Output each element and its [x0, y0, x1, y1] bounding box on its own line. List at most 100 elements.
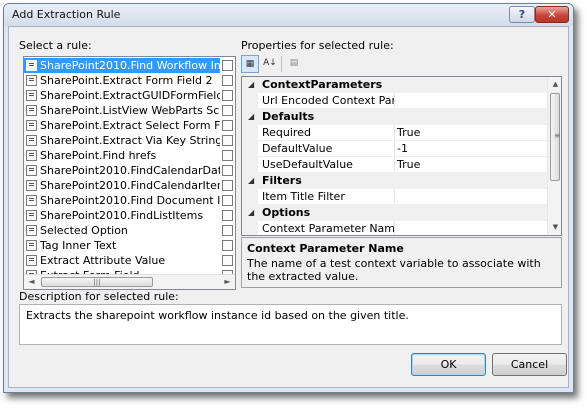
grip-icon: ≡	[554, 131, 561, 140]
expander-icon[interactable]: ◢	[248, 77, 254, 93]
rule-list-item[interactable]: SharePoint.Extract Via Key String	[24, 133, 220, 148]
rule-label: Extract Attribute Value	[40, 254, 166, 267]
property-row[interactable]: UseDefaultValue True	[242, 157, 547, 173]
property-category[interactable]: ◢ Defaults	[242, 109, 547, 125]
rule-list-item[interactable]: SharePoint.Extract Form Field 2	[24, 73, 220, 88]
property-category[interactable]: ◢ ContextParameters	[242, 77, 547, 93]
property-category[interactable]: ◢ Options	[242, 205, 547, 221]
scroll-up-arrow-icon[interactable]: ▲	[548, 77, 561, 92]
rule-icon	[26, 105, 37, 116]
row-gutter	[242, 221, 258, 235]
rule-icon	[222, 135, 233, 146]
rule-icon	[222, 150, 233, 161]
property-grid[interactable]: ◢ ContextParameters Url Encoded Context Pa…	[241, 76, 562, 236]
rule-icon	[222, 120, 233, 131]
rule-icon	[26, 75, 37, 86]
expander-icon[interactable]: ◢	[248, 109, 254, 125]
alphabetical-sort-icon[interactable]: A↓	[261, 55, 279, 73]
rule-label: SharePoint.ListView WebParts Script Valu…	[40, 104, 220, 117]
property-row[interactable]: DefaultValue -1	[242, 141, 547, 157]
property-grid-vscrollbar[interactable]: ▲ ≡ ▼	[547, 77, 561, 235]
rule-icon	[222, 195, 233, 206]
rule-list-item[interactable]: SharePoint.Find hrefs	[24, 148, 220, 163]
ok-button[interactable]: OK	[411, 353, 486, 376]
scroll-right-arrow-icon[interactable]: ►	[220, 275, 235, 289]
rule-list-item[interactable]: Extract Attribute Value	[24, 253, 220, 268]
property-value[interactable]: True	[397, 125, 420, 141]
properties-label: Properties for selected rule:	[241, 39, 394, 52]
categorized-view-icon[interactable]: ▦	[241, 55, 259, 73]
property-value[interactable]: True	[397, 157, 420, 173]
row-gutter	[242, 189, 258, 205]
rule-icon	[222, 90, 233, 101]
rule-label: SharePoint2010.FindCalendarDates	[40, 164, 220, 177]
rule-list-item[interactable]: SharePoint2010.FindCalendarDates	[24, 163, 220, 178]
close-button[interactable]: ✕	[535, 6, 569, 23]
rule-icon	[26, 165, 37, 176]
rule-list-item[interactable]: SharePoint2010.FindCalendarItems	[24, 178, 220, 193]
rule-list[interactable]: SharePoint2010.Find Workflow InstanceId S…	[23, 56, 236, 290]
property-pages-icon[interactable]: ▤	[285, 55, 303, 73]
property-row[interactable]: Context Parameter Name	[242, 221, 547, 235]
rule-icon	[26, 180, 37, 191]
rule-list-hscrollbar[interactable]: ◄ ||| ►	[24, 274, 235, 289]
help-title: Context Parameter Name	[247, 242, 404, 255]
scroll-down-arrow-icon[interactable]: ▼	[548, 220, 561, 235]
toolbar-separator	[281, 56, 282, 72]
property-name: DefaultValue	[262, 142, 333, 155]
property-name: Context Parameter Name	[262, 222, 394, 235]
help-button[interactable]: ?	[509, 6, 535, 23]
rule-label: SharePoint2010.FindCalendarItems	[40, 179, 220, 192]
rule-list-item[interactable]: SharePoint2010.Find Workflow InstanceId	[24, 58, 220, 73]
row-gutter	[242, 141, 258, 157]
rule-list-item[interactable]: SharePoint2010.FindListItems	[24, 208, 220, 223]
property-category[interactable]: ◢ Filters	[242, 173, 547, 189]
rule-icon	[222, 210, 233, 221]
rule-icon	[26, 225, 37, 236]
rule-list-item[interactable]: Selected Option	[24, 223, 220, 238]
rule-label: Tag Inner Text	[40, 239, 117, 252]
rule-list-item[interactable]: SharePoint.Extract Select Form Field	[24, 118, 220, 133]
property-row[interactable]: Required True	[242, 125, 547, 141]
row-gutter	[242, 157, 258, 173]
scroll-thumb[interactable]: |||	[41, 277, 153, 287]
window-title: Add Extraction Rule	[12, 8, 121, 21]
rule-icon	[26, 150, 37, 161]
category-name: Options	[262, 206, 311, 219]
rule-label: SharePoint.Extract Via Key String	[40, 134, 220, 147]
rule-label: SharePoint2010.Find Workflow InstanceId	[40, 59, 220, 72]
property-help-pane: Context Parameter Name The name of a tes…	[241, 237, 562, 288]
scroll-left-arrow-icon[interactable]: ◄	[24, 275, 39, 289]
expander-icon[interactable]: ◢	[248, 205, 254, 221]
rule-icon	[26, 120, 37, 131]
rule-list-item[interactable]: Tag Inner Text	[24, 238, 220, 253]
cancel-button[interactable]: Cancel	[492, 353, 567, 376]
rule-icon	[26, 90, 37, 101]
description-label: Description for selected rule:	[19, 290, 179, 303]
category-name: Filters	[262, 174, 302, 187]
rule-icon	[26, 195, 37, 206]
property-value[interactable]: -1	[397, 141, 408, 157]
property-row[interactable]: Item Title Filter	[242, 189, 547, 205]
property-name: Url Encoded Context Paramete	[262, 94, 394, 107]
rule-label: SharePoint.Extract Select Form Field	[40, 119, 220, 132]
rule-list-item[interactable]: SharePoint.ExtractGUIDFormField	[24, 88, 220, 103]
property-row[interactable]: Url Encoded Context Paramete	[242, 93, 547, 109]
property-name: UseDefaultValue	[262, 158, 353, 171]
property-grid-toolbar: ▦ A↓ ▤	[241, 53, 321, 75]
scroll-thumb[interactable]: ≡	[550, 93, 561, 181]
dialog-body: Select a rule: SharePoint2010.Find Workf…	[8, 26, 569, 388]
rule-list-item[interactable]: SharePoint2010.Find Document Items	[24, 193, 220, 208]
rule-icon	[222, 75, 233, 86]
rule-icon	[26, 210, 37, 221]
rule-icon	[222, 165, 233, 176]
dialog-window: Add Extraction Rule ? ✕ Select a rule: S…	[3, 3, 574, 393]
rule-icon	[222, 225, 233, 236]
rule-label: SharePoint2010.Find Document Items	[40, 194, 220, 207]
description-text: Extracts the sharepoint workflow instanc…	[26, 309, 409, 322]
rule-list-item[interactable]: SharePoint.ListView WebParts Script Valu…	[24, 103, 220, 118]
title-bar[interactable]: Add Extraction Rule ? ✕	[4, 4, 573, 26]
rule-label: SharePoint2010.FindListItems	[40, 209, 204, 222]
expander-icon[interactable]: ◢	[248, 173, 254, 189]
rule-label: SharePoint.Extract Form Field 2	[40, 74, 213, 87]
